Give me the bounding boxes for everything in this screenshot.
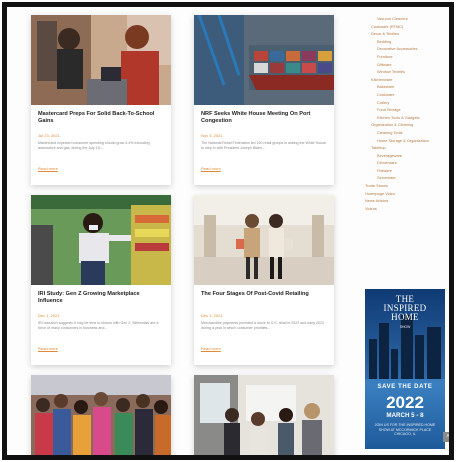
ad-building: [369, 339, 377, 379]
sidebar-category-link[interactable]: Flatware: [365, 167, 449, 175]
scroll-to-top-button[interactable]: ˄: [443, 432, 450, 442]
article-excerpt: The National Retail Federation led 150 r…: [201, 141, 327, 150]
article-excerpt: IRI research suggests it may be time to …: [38, 321, 159, 330]
sidebar-category-link[interactable]: Cookware (RTMC): [365, 23, 449, 31]
article-card[interactable]: The Four Stages Of Post-Covid Retailing …: [194, 195, 334, 365]
read-more-link[interactable]: Read more: [201, 166, 221, 171]
ad-year: 2022: [386, 393, 424, 412]
article-title[interactable]: Mastercard Preps For Solid Back-To-Schoo…: [38, 111, 164, 131]
article-image-crowd[interactable]: [31, 375, 171, 455]
article-date: Nov 3, 2021: [201, 133, 223, 138]
article-image-port-ship[interactable]: [194, 15, 334, 105]
ad-join-text: JOIN US FOR THE INSPIRED HOME SHOW AT MC…: [374, 423, 436, 437]
article-image-shopper-payment[interactable]: [31, 15, 171, 105]
article-card[interactable]: Mastercard Preps For Solid Back-To-Schoo…: [31, 15, 171, 185]
article-title[interactable]: NRF Seeks White House Meeting On Port Co…: [201, 111, 327, 131]
category-sidebar: Vacuum Cleaners Cookware (RTMC) Decor & Te…: [365, 15, 449, 213]
ad-building: [391, 349, 398, 379]
sidebar-category-link[interactable]: Vacuum Cleaners: [365, 15, 449, 23]
ad-save-the-date: SAVE THE DATE: [377, 384, 433, 390]
inspired-home-show-ad[interactable]: THE INSPIRED HOME SHOW SAVE THE DATE 202…: [365, 289, 445, 449]
article-card[interactable]: IRI Study: Gen Z Growing Marketplace Inf…: [31, 195, 171, 365]
sidebar-category-link[interactable]: Organization & Cleaning: [365, 121, 449, 129]
article-card[interactable]: [194, 375, 334, 455]
sidebar-category-link[interactable]: Kitchen Tools & Gadgets: [365, 114, 449, 122]
read-more-link[interactable]: Read more: [38, 166, 58, 171]
sidebar-category-link[interactable]: Decor & Textiles: [365, 30, 449, 38]
sidebar-category-link[interactable]: News Articles: [365, 197, 449, 205]
article-card[interactable]: NRF Seeks White House Meeting On Port Co…: [194, 15, 334, 185]
article-title[interactable]: IRI Study: Gen Z Growing Marketplace Inf…: [38, 291, 164, 311]
article-title[interactable]: The Four Stages Of Post-Covid Retailing: [201, 291, 327, 311]
sidebar-category-link[interactable]: Kitchenware: [365, 76, 449, 84]
sidebar-category-link[interactable]: Cookware: [365, 91, 449, 99]
ad-building: [379, 323, 389, 379]
article-date: Dec 1, 2021: [38, 313, 60, 318]
read-more-link[interactable]: Read more: [38, 346, 58, 351]
article-image-mall-shoppers[interactable]: [194, 195, 334, 285]
article-date: Dec 1, 2021: [201, 313, 223, 318]
page-frame: Mastercard Preps For Solid Back-To-Schoo…: [2, 2, 454, 460]
sidebar-category-link[interactable]: Bakeware: [365, 83, 449, 91]
sidebar-category-link[interactable]: Dinnerware: [365, 159, 449, 167]
sidebar-category-link[interactable]: Homepage Video: [365, 190, 449, 198]
ad-logo-line: HOME: [391, 312, 419, 322]
sidebar-category-link[interactable]: Tabletop: [365, 144, 449, 152]
sidebar-category-link[interactable]: Trade Shows: [365, 182, 449, 190]
sidebar-category-link[interactable]: Cleaning Tools: [365, 129, 449, 137]
sidebar-category-link[interactable]: Window Textiles: [365, 68, 449, 76]
sidebar-category-link[interactable]: Videos: [365, 205, 449, 213]
chevron-up-icon: ˄: [446, 434, 450, 440]
ad-logo-sub: SHOW: [399, 325, 411, 329]
article-image-grocery-shopper[interactable]: [31, 195, 171, 285]
ad-building: [427, 327, 441, 379]
sidebar-category-link[interactable]: Beverageware: [365, 152, 449, 160]
ad-dates: MARCH 5 - 8: [386, 412, 424, 419]
sidebar-category-link[interactable]: Furniture: [365, 53, 449, 61]
article-excerpt: Merchandise payments provided a move to …: [201, 321, 325, 330]
article-image-office-meeting[interactable]: [194, 375, 334, 455]
sidebar-category-link[interactable]: Cutlery: [365, 99, 449, 107]
sidebar-category-link[interactable]: Food Storage: [365, 106, 449, 114]
ad-building: [415, 335, 424, 379]
sidebar-category-link[interactable]: Home Storage & Organization: [365, 137, 449, 145]
sidebar-category-link[interactable]: Bedding: [365, 38, 449, 46]
article-excerpt: Mastercard expected consumer spending sh…: [38, 141, 150, 150]
ad-logo: THE INSPIRED HOME: [371, 295, 439, 322]
article-date: Jul 23, 2021: [38, 133, 60, 138]
sidebar-category-link[interactable]: Giftware: [365, 61, 449, 69]
sidebar-category-link[interactable]: Serveware: [365, 174, 449, 182]
read-more-link[interactable]: Read more: [201, 346, 221, 351]
sidebar-category-link[interactable]: Decorative Accessories: [365, 45, 449, 53]
article-card[interactable]: [31, 375, 171, 455]
